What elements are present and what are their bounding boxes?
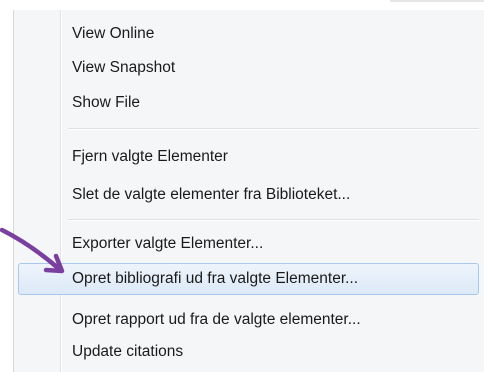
menu-item-show-file[interactable]: Show File [18, 87, 479, 119]
menu-separator [68, 219, 479, 221]
arrow-pointer-icon [0, 227, 65, 274]
menu-item-label: View Snapshot [72, 59, 176, 76]
menu-item-label: Exporter valgte Elementer... [72, 235, 264, 252]
menu-item-create-report[interactable]: Opret rapport ud fra de valgte elementer… [18, 304, 479, 336]
menu-item-view-snapshot[interactable]: View Snapshot [18, 52, 479, 84]
window-edge-line [390, 0, 484, 2]
menu-item-label: Update citations [72, 343, 184, 360]
menu-item-label: Opret rapport ud fra de valgte elementer… [72, 311, 361, 328]
context-menu: View Online View Snapshot Show File Fjer… [13, 10, 484, 372]
screenshot-stage: View Online View Snapshot Show File Fjer… [0, 0, 484, 372]
menu-item-remove-selected[interactable]: Fjern valgte Elementer [18, 141, 479, 173]
menu-item-delete-from-library[interactable]: Slet de valgte elementer fra Biblioteket… [18, 179, 479, 211]
menu-item-view-online[interactable]: View Online [18, 18, 479, 50]
menu-item-export-selected[interactable]: Exporter valgte Elementer... [18, 228, 479, 260]
menu-item-create-bibliography[interactable]: Opret bibliografi ud fra valgte Elemente… [18, 263, 479, 295]
menu-item-label: Show File [72, 94, 141, 111]
menu-item-label: Opret bibliografi ud fra valgte Elemente… [72, 270, 359, 287]
menu-separator [68, 128, 479, 130]
menu-item-label: Slet de valgte elementer fra Biblioteket… [72, 186, 351, 203]
menu-item-label: Fjern valgte Elementer [72, 148, 228, 165]
menu-item-label: View Online [72, 25, 155, 42]
menu-item-update-citations[interactable]: Update citations [18, 336, 479, 368]
